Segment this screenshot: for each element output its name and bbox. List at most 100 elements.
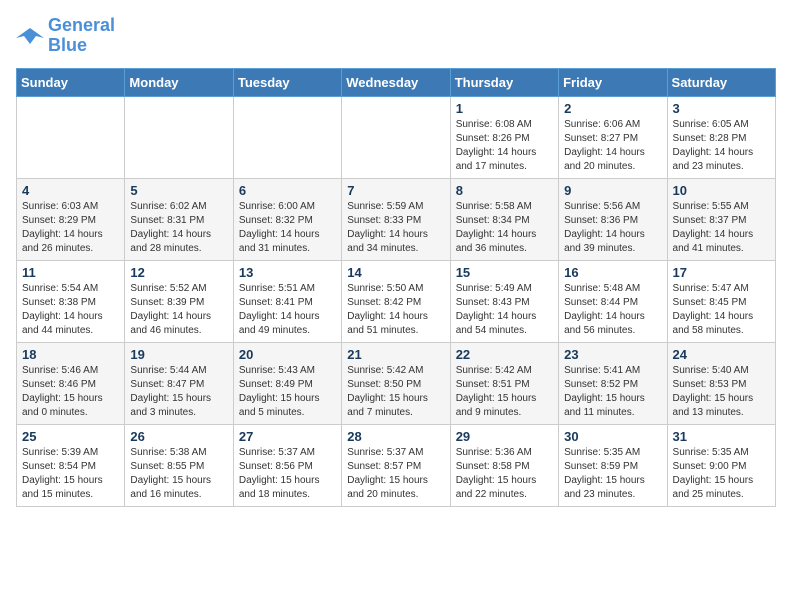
calendar-cell: 27 Sunrise: 5:37 AMSunset: 8:56 PMDaylig… xyxy=(233,424,341,506)
day-info: Sunrise: 5:54 AMSunset: 8:38 PMDaylight:… xyxy=(22,282,119,338)
day-info: Sunrise: 6:06 AMSunset: 8:27 PMDaylight:… xyxy=(564,118,661,174)
day-number: 21 xyxy=(347,347,444,362)
calendar-week-1: 1 Sunrise: 6:08 AMSunset: 8:26 PMDayligh… xyxy=(17,96,776,178)
day-info: Sunrise: 5:47 AMSunset: 8:45 PMDaylight:… xyxy=(673,282,770,338)
day-info: Sunrise: 5:52 AMSunset: 8:39 PMDaylight:… xyxy=(130,282,227,338)
calendar-cell: 3 Sunrise: 6:05 AMSunset: 8:28 PMDayligh… xyxy=(667,96,775,178)
weekday-header-monday: Monday xyxy=(125,68,233,96)
calendar-table: SundayMondayTuesdayWednesdayThursdayFrid… xyxy=(16,68,776,507)
calendar-cell: 7 Sunrise: 5:59 AMSunset: 8:33 PMDayligh… xyxy=(342,178,450,260)
day-number: 15 xyxy=(456,265,553,280)
day-number: 11 xyxy=(22,265,119,280)
day-number: 26 xyxy=(130,429,227,444)
weekday-header-sunday: Sunday xyxy=(17,68,125,96)
day-number: 4 xyxy=(22,183,119,198)
day-number: 13 xyxy=(239,265,336,280)
day-number: 22 xyxy=(456,347,553,362)
day-number: 5 xyxy=(130,183,227,198)
calendar-cell: 16 Sunrise: 5:48 AMSunset: 8:44 PMDaylig… xyxy=(559,260,667,342)
day-info: Sunrise: 5:37 AMSunset: 8:56 PMDaylight:… xyxy=(239,446,336,502)
day-info: Sunrise: 5:58 AMSunset: 8:34 PMDaylight:… xyxy=(456,200,553,256)
calendar-cell: 5 Sunrise: 6:02 AMSunset: 8:31 PMDayligh… xyxy=(125,178,233,260)
day-info: Sunrise: 5:49 AMSunset: 8:43 PMDaylight:… xyxy=(456,282,553,338)
day-info: Sunrise: 5:35 AMSunset: 9:00 PMDaylight:… xyxy=(673,446,770,502)
calendar-cell: 28 Sunrise: 5:37 AMSunset: 8:57 PMDaylig… xyxy=(342,424,450,506)
weekday-header-saturday: Saturday xyxy=(667,68,775,96)
logo-text: General Blue xyxy=(48,16,115,56)
calendar-cell: 6 Sunrise: 6:00 AMSunset: 8:32 PMDayligh… xyxy=(233,178,341,260)
day-number: 7 xyxy=(347,183,444,198)
day-number: 23 xyxy=(564,347,661,362)
calendar-cell xyxy=(233,96,341,178)
calendar-cell: 29 Sunrise: 5:36 AMSunset: 8:58 PMDaylig… xyxy=(450,424,558,506)
day-number: 10 xyxy=(673,183,770,198)
calendar-cell xyxy=(125,96,233,178)
day-number: 14 xyxy=(347,265,444,280)
day-number: 24 xyxy=(673,347,770,362)
calendar-cell: 30 Sunrise: 5:35 AMSunset: 8:59 PMDaylig… xyxy=(559,424,667,506)
day-number: 12 xyxy=(130,265,227,280)
calendar-cell: 8 Sunrise: 5:58 AMSunset: 8:34 PMDayligh… xyxy=(450,178,558,260)
day-info: Sunrise: 5:59 AMSunset: 8:33 PMDaylight:… xyxy=(347,200,444,256)
day-number: 30 xyxy=(564,429,661,444)
day-number: 28 xyxy=(347,429,444,444)
day-info: Sunrise: 6:02 AMSunset: 8:31 PMDaylight:… xyxy=(130,200,227,256)
calendar-cell: 26 Sunrise: 5:38 AMSunset: 8:55 PMDaylig… xyxy=(125,424,233,506)
day-number: 1 xyxy=(456,101,553,116)
day-number: 31 xyxy=(673,429,770,444)
day-number: 18 xyxy=(22,347,119,362)
calendar-cell: 17 Sunrise: 5:47 AMSunset: 8:45 PMDaylig… xyxy=(667,260,775,342)
day-info: Sunrise: 5:50 AMSunset: 8:42 PMDaylight:… xyxy=(347,282,444,338)
day-info: Sunrise: 6:05 AMSunset: 8:28 PMDaylight:… xyxy=(673,118,770,174)
day-number: 17 xyxy=(673,265,770,280)
calendar-cell: 21 Sunrise: 5:42 AMSunset: 8:50 PMDaylig… xyxy=(342,342,450,424)
day-info: Sunrise: 5:56 AMSunset: 8:36 PMDaylight:… xyxy=(564,200,661,256)
day-info: Sunrise: 6:03 AMSunset: 8:29 PMDaylight:… xyxy=(22,200,119,256)
day-info: Sunrise: 5:51 AMSunset: 8:41 PMDaylight:… xyxy=(239,282,336,338)
calendar-cell: 13 Sunrise: 5:51 AMSunset: 8:41 PMDaylig… xyxy=(233,260,341,342)
day-info: Sunrise: 5:42 AMSunset: 8:51 PMDaylight:… xyxy=(456,364,553,420)
day-info: Sunrise: 5:46 AMSunset: 8:46 PMDaylight:… xyxy=(22,364,119,420)
day-info: Sunrise: 5:41 AMSunset: 8:52 PMDaylight:… xyxy=(564,364,661,420)
calendar-week-2: 4 Sunrise: 6:03 AMSunset: 8:29 PMDayligh… xyxy=(17,178,776,260)
calendar-cell: 23 Sunrise: 5:41 AMSunset: 8:52 PMDaylig… xyxy=(559,342,667,424)
calendar-cell: 14 Sunrise: 5:50 AMSunset: 8:42 PMDaylig… xyxy=(342,260,450,342)
weekday-header-thursday: Thursday xyxy=(450,68,558,96)
day-number: 29 xyxy=(456,429,553,444)
calendar-header-row: SundayMondayTuesdayWednesdayThursdayFrid… xyxy=(17,68,776,96)
day-number: 16 xyxy=(564,265,661,280)
calendar-cell xyxy=(342,96,450,178)
weekday-header-wednesday: Wednesday xyxy=(342,68,450,96)
calendar-week-5: 25 Sunrise: 5:39 AMSunset: 8:54 PMDaylig… xyxy=(17,424,776,506)
calendar-cell: 24 Sunrise: 5:40 AMSunset: 8:53 PMDaylig… xyxy=(667,342,775,424)
day-number: 19 xyxy=(130,347,227,362)
calendar-week-3: 11 Sunrise: 5:54 AMSunset: 8:38 PMDaylig… xyxy=(17,260,776,342)
day-number: 9 xyxy=(564,183,661,198)
calendar-cell: 22 Sunrise: 5:42 AMSunset: 8:51 PMDaylig… xyxy=(450,342,558,424)
day-number: 2 xyxy=(564,101,661,116)
day-number: 6 xyxy=(239,183,336,198)
day-info: Sunrise: 6:00 AMSunset: 8:32 PMDaylight:… xyxy=(239,200,336,256)
day-info: Sunrise: 5:42 AMSunset: 8:50 PMDaylight:… xyxy=(347,364,444,420)
calendar-cell: 9 Sunrise: 5:56 AMSunset: 8:36 PMDayligh… xyxy=(559,178,667,260)
weekday-header-friday: Friday xyxy=(559,68,667,96)
day-info: Sunrise: 5:55 AMSunset: 8:37 PMDaylight:… xyxy=(673,200,770,256)
day-info: Sunrise: 5:43 AMSunset: 8:49 PMDaylight:… xyxy=(239,364,336,420)
calendar-cell: 31 Sunrise: 5:35 AMSunset: 9:00 PMDaylig… xyxy=(667,424,775,506)
calendar-cell: 2 Sunrise: 6:06 AMSunset: 8:27 PMDayligh… xyxy=(559,96,667,178)
logo-bird-icon xyxy=(16,24,44,48)
day-info: Sunrise: 5:39 AMSunset: 8:54 PMDaylight:… xyxy=(22,446,119,502)
calendar-cell xyxy=(17,96,125,178)
calendar-cell: 25 Sunrise: 5:39 AMSunset: 8:54 PMDaylig… xyxy=(17,424,125,506)
day-info: Sunrise: 5:38 AMSunset: 8:55 PMDaylight:… xyxy=(130,446,227,502)
calendar-cell: 1 Sunrise: 6:08 AMSunset: 8:26 PMDayligh… xyxy=(450,96,558,178)
calendar-cell: 19 Sunrise: 5:44 AMSunset: 8:47 PMDaylig… xyxy=(125,342,233,424)
calendar-week-4: 18 Sunrise: 5:46 AMSunset: 8:46 PMDaylig… xyxy=(17,342,776,424)
calendar-cell: 11 Sunrise: 5:54 AMSunset: 8:38 PMDaylig… xyxy=(17,260,125,342)
calendar-cell: 15 Sunrise: 5:49 AMSunset: 8:43 PMDaylig… xyxy=(450,260,558,342)
day-info: Sunrise: 5:40 AMSunset: 8:53 PMDaylight:… xyxy=(673,364,770,420)
calendar-cell: 18 Sunrise: 5:46 AMSunset: 8:46 PMDaylig… xyxy=(17,342,125,424)
weekday-header-tuesday: Tuesday xyxy=(233,68,341,96)
day-number: 3 xyxy=(673,101,770,116)
day-info: Sunrise: 5:48 AMSunset: 8:44 PMDaylight:… xyxy=(564,282,661,338)
